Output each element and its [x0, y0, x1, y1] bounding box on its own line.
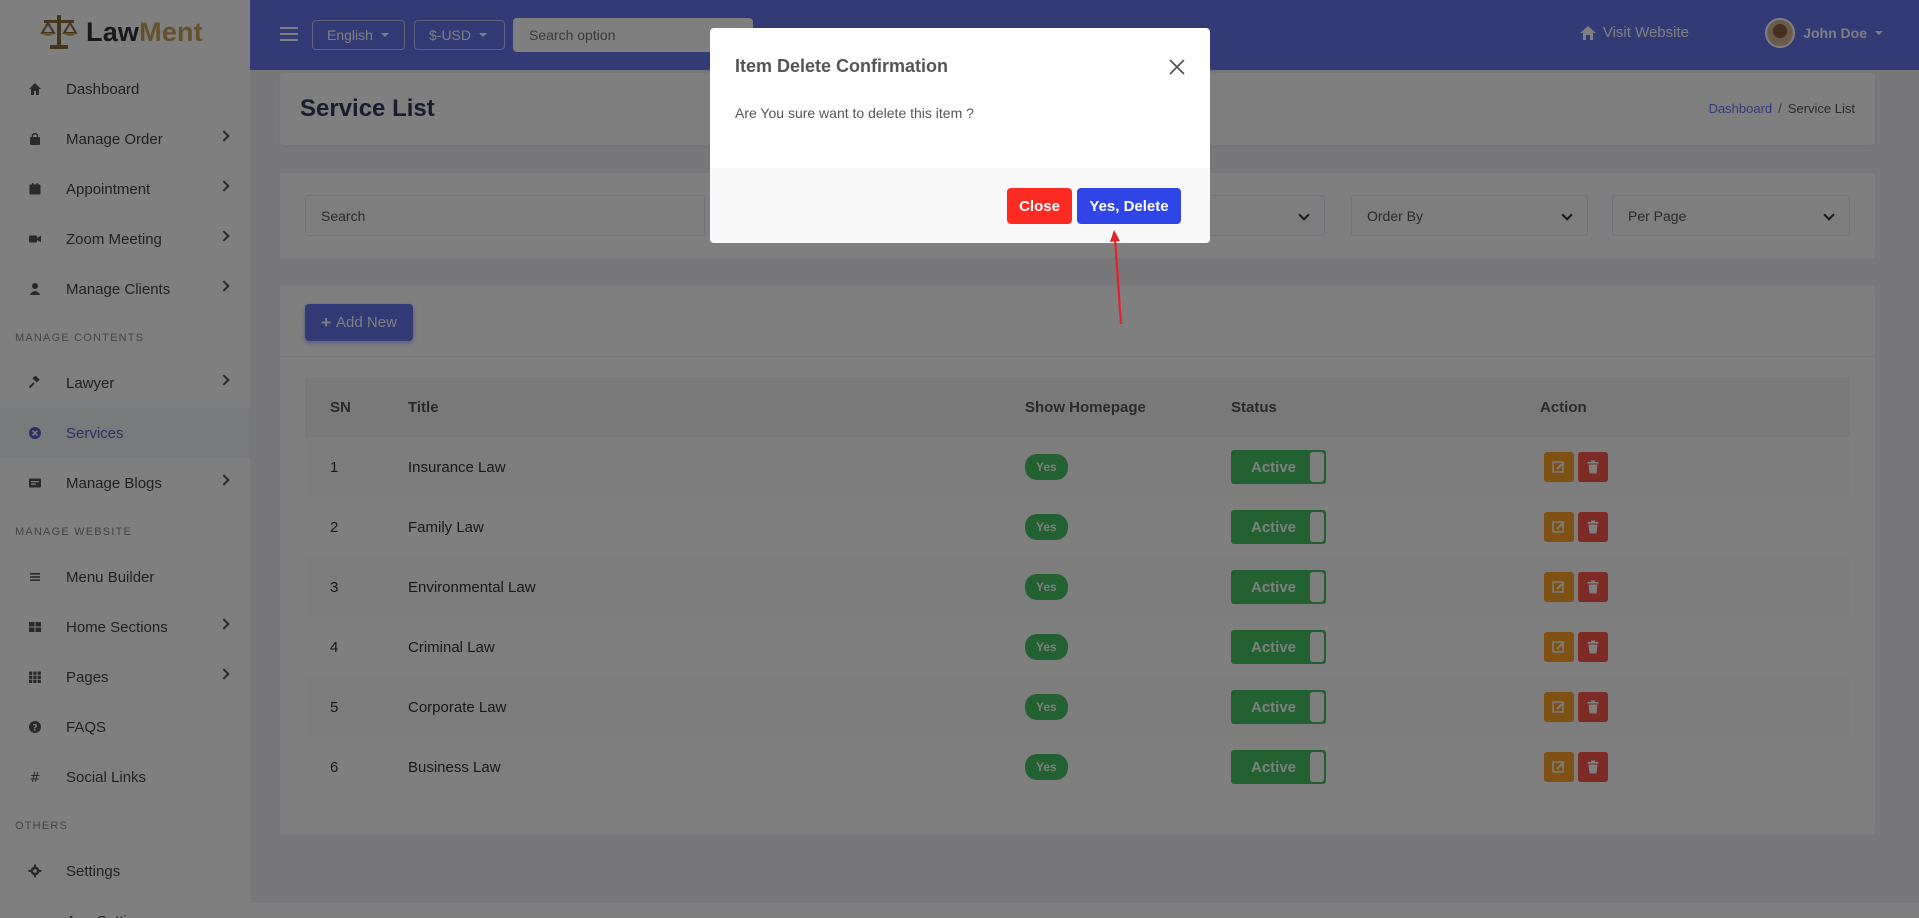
- close-button[interactable]: Close: [1007, 188, 1072, 224]
- annotation-arrow-icon: [1110, 230, 1123, 325]
- modal-title: Item Delete Confirmation: [735, 56, 949, 76]
- modal-message: Are You sure want to delete this item ?: [735, 105, 974, 121]
- delete-confirmation-modal: Item Delete Confirmation Are You sure wa…: [710, 28, 1210, 243]
- close-icon[interactable]: [1168, 58, 1186, 76]
- yes-delete-button[interactable]: Yes, Delete: [1077, 188, 1181, 224]
- modal-footer: Close Yes, Delete: [710, 168, 1210, 243]
